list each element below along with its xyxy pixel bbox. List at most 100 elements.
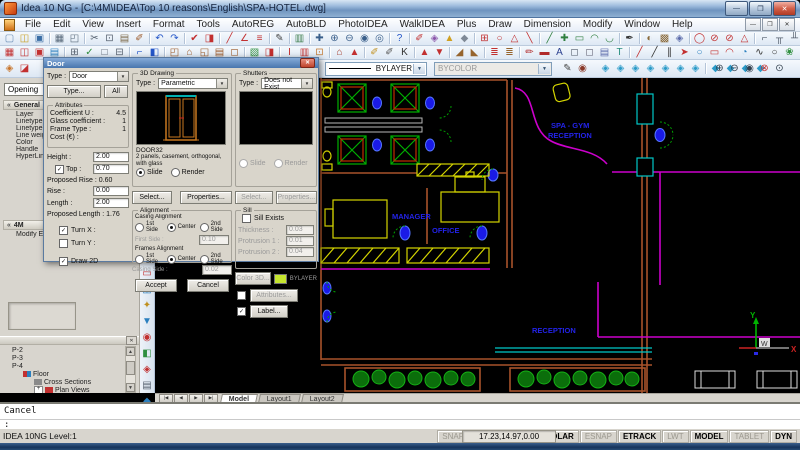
rise-input[interactable]: 0.00: [93, 186, 129, 196]
redo-icon[interactable]: ↷: [167, 33, 182, 45]
menu-autobld[interactable]: AutoBLD: [280, 18, 332, 31]
properties-pen-icon[interactable]: ✎: [560, 63, 575, 75]
triangle-red-icon[interactable]: △: [737, 33, 752, 45]
close-button[interactable]: ✕: [773, 1, 796, 16]
view-iso-7-icon[interactable]: ◈: [688, 63, 703, 75]
cut-icon[interactable]: ✂: [87, 33, 102, 45]
display-icon[interactable]: ▥: [292, 33, 307, 45]
sketch-icon[interactable]: ✐: [412, 33, 427, 45]
grid-icon[interactable]: ⊞: [477, 33, 492, 45]
ellipse-icon[interactable]: ○: [767, 47, 782, 59]
shade-icon[interactable]: ◐: [642, 33, 657, 45]
menu-dimension[interactable]: Dimension: [518, 18, 577, 31]
close-icon[interactable]: ✕: [126, 336, 137, 345]
tree-item-p-4[interactable]: P-4: [0, 362, 124, 370]
zoom-out-icon[interactable]: ⊖: [727, 63, 742, 75]
v-star-icon[interactable]: ✦: [140, 300, 155, 312]
copy-icon[interactable]: ⊡: [102, 33, 117, 45]
draw-rect-icon[interactable]: ▭: [572, 33, 587, 45]
text-t-icon[interactable]: T: [612, 47, 627, 59]
pencil-grey-icon[interactable]: ✐: [382, 47, 397, 59]
menu-tools[interactable]: Tools: [191, 18, 226, 31]
shutters-type-combo[interactable]: Does not Exist ▼: [261, 78, 313, 89]
line-black-icon[interactable]: ╱: [647, 47, 662, 59]
door-dialog[interactable]: Door ✕ Type : Door ▼ Type... All Attribu…: [43, 57, 319, 262]
parallel-icon[interactable]: ∥: [662, 47, 677, 59]
ramp2-icon[interactable]: ◣: [467, 47, 482, 59]
key-icon[interactable]: K: [397, 47, 412, 59]
check-icon[interactable]: ✔: [187, 33, 202, 45]
arc-red-icon[interactable]: ◠: [722, 47, 737, 59]
select-button[interactable]: Select...: [132, 191, 172, 204]
turn-x-checkbox[interactable]: ✓: [59, 226, 68, 235]
menu-view[interactable]: View: [76, 18, 110, 31]
zoom-extents-icon[interactable]: ◎: [372, 33, 387, 45]
no-entry-2-icon[interactable]: ⊘: [722, 33, 737, 45]
frames-center-radio[interactable]: [167, 255, 176, 264]
color-combo[interactable]: BYCOLOR ▼: [434, 62, 552, 76]
draw-arc-icon[interactable]: ◠: [587, 33, 602, 45]
view-iso-5-icon[interactable]: ◈: [658, 63, 673, 75]
status-toggle-etrack[interactable]: ETRACK: [618, 430, 661, 443]
draw-line-icon[interactable]: ╱: [542, 33, 557, 45]
no-entry-icon[interactable]: ⊘: [707, 33, 722, 45]
sill-protrusion1-input[interactable]: 0.01: [286, 236, 314, 246]
properties-button[interactable]: Properties...: [180, 191, 232, 204]
up-red-icon[interactable]: ▲: [417, 47, 432, 59]
render-radio[interactable]: [171, 168, 180, 177]
save-icon[interactable]: ▣: [32, 33, 47, 45]
zoom-out-icon[interactable]: ⊖: [342, 33, 357, 45]
ray-icon[interactable]: ╲: [522, 33, 537, 45]
status-toggle-tablet[interactable]: TABLET: [729, 430, 769, 443]
zoom-extents-icon[interactable]: ⊙: [772, 63, 787, 75]
scroll-thumb[interactable]: [126, 361, 135, 375]
roof-icon[interactable]: ⌂: [332, 47, 347, 59]
top-checkbox[interactable]: ✓: [55, 165, 64, 174]
railing2-icon[interactable]: ≣: [502, 47, 517, 59]
rail-bottom-icon[interactable]: ╨: [787, 33, 800, 45]
top-input[interactable]: 0.70: [93, 164, 129, 174]
gem-icon[interactable]: ◈: [672, 33, 687, 45]
cancel-button[interactable]: Cancel: [187, 279, 229, 292]
print-icon[interactable]: ▦: [52, 33, 67, 45]
render-scene-icon[interactable]: ◉: [575, 63, 590, 75]
accept-button[interactable]: Accept: [135, 279, 177, 292]
circle-quarter-icon[interactable]: ◔: [737, 47, 752, 59]
circle-icon[interactable]: ○: [492, 33, 507, 45]
zoom-window-icon[interactable]: ◉: [357, 33, 372, 45]
circle-red-icon[interactable]: ◯: [692, 33, 707, 45]
edit-icon[interactable]: ✎: [272, 33, 287, 45]
spline-icon[interactable]: ∿: [752, 47, 767, 59]
menu-edit[interactable]: Edit: [47, 18, 76, 31]
layers-icon[interactable]: ≡: [252, 33, 267, 45]
menu-photoidea[interactable]: PhotoIDEA: [332, 18, 393, 31]
sill-exists-checkbox[interactable]: [242, 214, 251, 223]
mdi-close-button[interactable]: ✕: [779, 18, 795, 31]
scroll-up-icon[interactable]: ▲: [126, 347, 135, 356]
wall-pair-icon[interactable]: ◫: [17, 47, 32, 59]
expander-icon[interactable]: +: [34, 386, 43, 394]
casing-dist-input[interactable]: 0.10: [199, 235, 229, 245]
menu-plus[interactable]: Plus: [451, 18, 482, 31]
label-button[interactable]: Label...: [250, 305, 288, 318]
new-icon[interactable]: ▢: [2, 33, 17, 45]
turn-y-checkbox[interactable]: [59, 239, 68, 248]
arrow-icon[interactable]: ➤: [677, 47, 692, 59]
flower-icon[interactable]: ❀: [782, 47, 797, 59]
status-toggle-lwt[interactable]: LWT: [662, 430, 688, 443]
v-half-icon[interactable]: ◧: [140, 348, 155, 360]
command-window[interactable]: Cancel :: [0, 402, 800, 428]
menu-help[interactable]: Help: [666, 18, 699, 31]
scroll-down-icon[interactable]: ▼: [126, 383, 135, 392]
v-target-icon[interactable]: ◉: [140, 332, 155, 344]
mdi-minimize-button[interactable]: —: [745, 18, 761, 31]
status-toggle-model[interactable]: MODEL: [690, 430, 729, 443]
dialog-title-bar[interactable]: Door ✕: [44, 58, 318, 68]
rail-top-icon[interactable]: ╥: [772, 33, 787, 45]
help-icon[interactable]: ?: [392, 33, 407, 45]
menu-draw[interactable]: Draw: [482, 18, 517, 31]
polygon-blue-icon[interactable]: ○: [692, 47, 707, 59]
layers2-icon[interactable]: ▤: [597, 47, 612, 59]
pan-icon[interactable]: ✚: [312, 33, 327, 45]
fill-icon[interactable]: ▩: [657, 33, 672, 45]
